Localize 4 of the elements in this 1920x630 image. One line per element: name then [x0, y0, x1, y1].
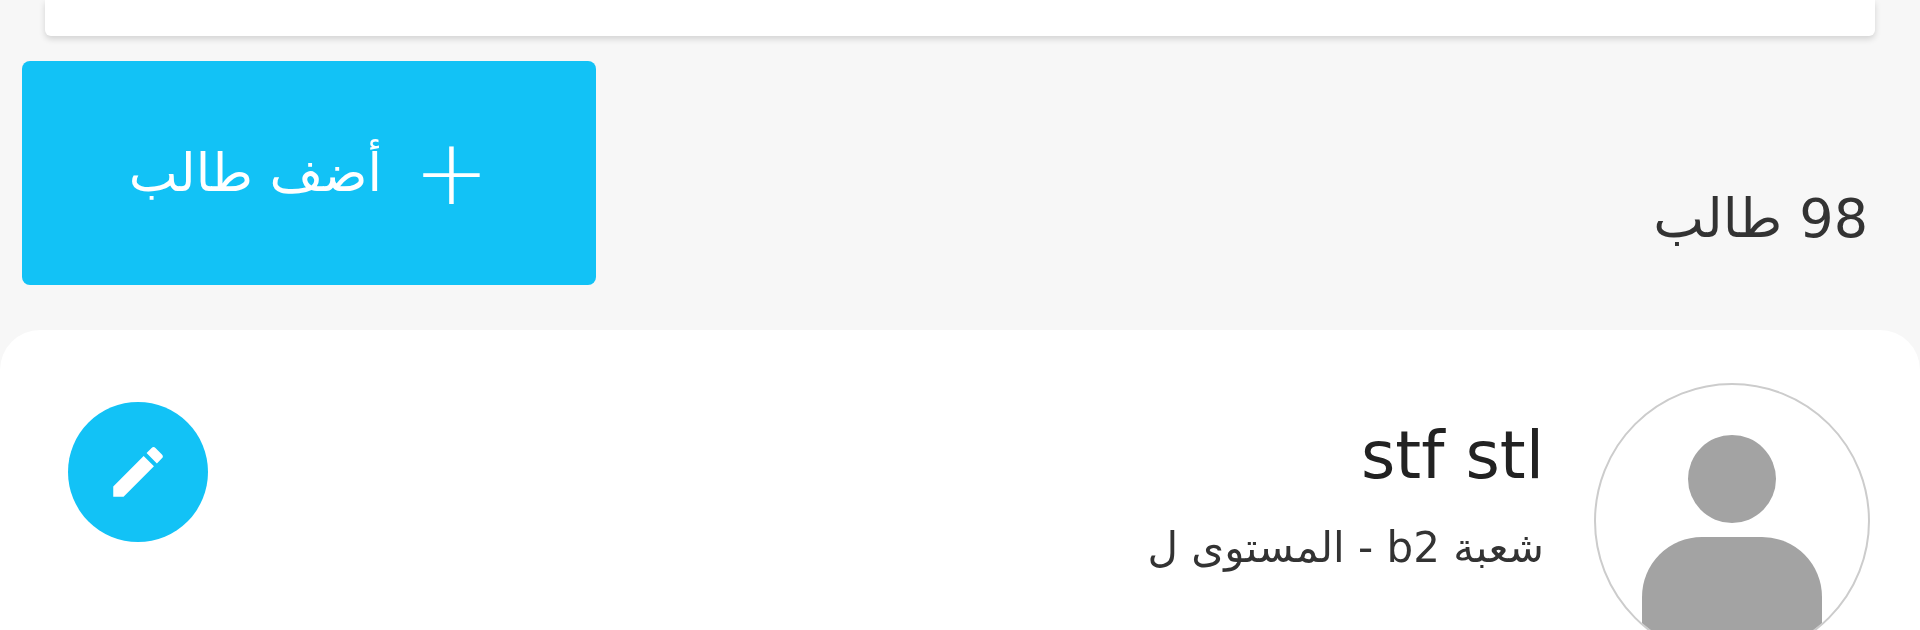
student-count: 98 طالب [1653, 185, 1868, 252]
student-name: stf stl [1360, 423, 1544, 489]
plus-icon: + [413, 128, 490, 218]
add-student-button[interactable]: + أضف طالب [22, 61, 596, 285]
